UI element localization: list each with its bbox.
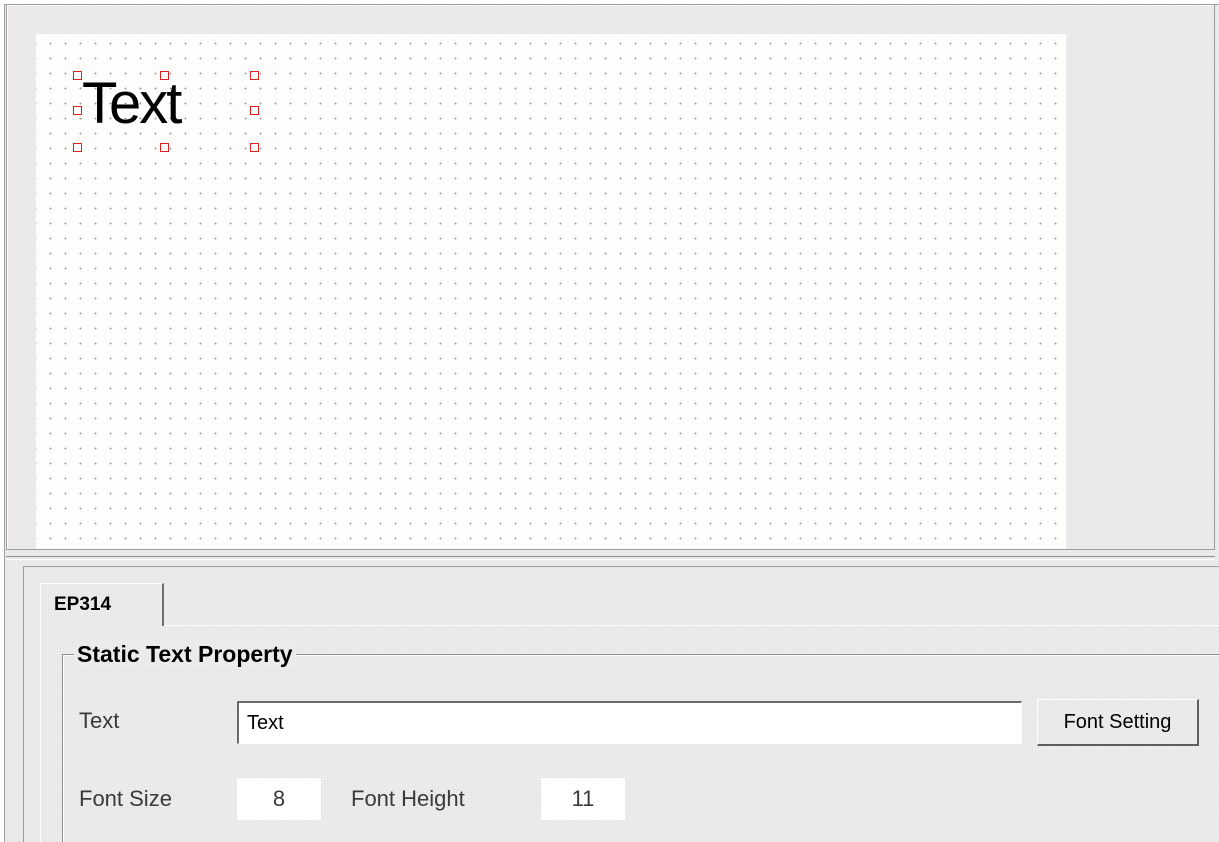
static-text-property-group	[62, 654, 1219, 842]
font-height-label: Font Height	[351, 786, 465, 811]
resize-handle-bottom-center[interactable]	[160, 143, 169, 152]
design-canvas[interactable]: Text	[36, 34, 1066, 549]
static-text-widget[interactable]: Text	[82, 74, 182, 134]
tab-page-border-left	[40, 626, 41, 842]
resize-handle-middle-right[interactable]	[250, 106, 259, 115]
text-field[interactable]	[237, 701, 1022, 744]
pane-splitter[interactable]	[6, 556, 1215, 560]
resize-handle-bottom-left[interactable]	[73, 143, 82, 152]
font-setting-button[interactable]: Font Setting	[1037, 699, 1199, 746]
font-size-label: Font Size	[79, 786, 172, 811]
tab-ep314[interactable]: EP314	[40, 583, 164, 626]
font-size-value: 8	[237, 778, 321, 820]
tab-label: EP314	[54, 594, 112, 615]
resize-handle-top-left[interactable]	[73, 71, 82, 80]
resize-handle-middle-left[interactable]	[73, 106, 82, 115]
design-pane: Text	[6, 4, 1215, 550]
font-height-value: 11	[541, 778, 625, 820]
resize-handle-top-right[interactable]	[250, 71, 259, 80]
resize-handle-bottom-right[interactable]	[250, 143, 259, 152]
tab-page-border	[164, 625, 1219, 626]
resize-handle-top-center[interactable]	[160, 71, 169, 80]
group-title: Static Text Property	[74, 640, 296, 668]
text-label: Text	[79, 708, 120, 733]
